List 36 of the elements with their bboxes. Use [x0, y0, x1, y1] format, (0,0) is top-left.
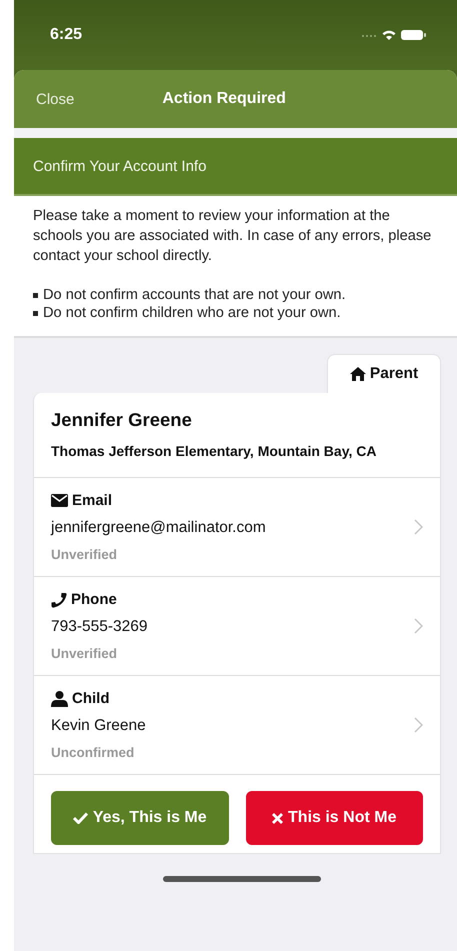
field-label: Email	[72, 492, 112, 509]
rule-text: Do not confirm accounts that are not your own.	[43, 286, 346, 304]
chevron-icon	[414, 618, 423, 634]
status-text: Unconfirmed	[51, 745, 136, 760]
clock-time: 6:25	[50, 26, 82, 44]
person-icon	[51, 690, 68, 706]
field-label: Child	[72, 690, 110, 707]
bullet-icon	[33, 292, 38, 298]
wifi-icon	[381, 29, 397, 41]
confirm-button[interactable]: Yes, This is Me	[51, 791, 228, 845]
phone-icon	[51, 592, 67, 608]
field-value: Kevin Greene	[51, 717, 146, 735]
header-title: Action Required	[162, 90, 286, 108]
field-label: Phone	[71, 591, 117, 608]
status-text: Unverified	[51, 547, 118, 562]
field-value: 793-555-3269	[51, 618, 148, 636]
status-text: Unverified	[51, 646, 118, 661]
battery-icon	[401, 29, 427, 41]
info-row[interactable]: Phone 793-555-3269 Unverified	[34, 577, 440, 676]
chevron-icon	[414, 717, 423, 733]
house-icon	[350, 367, 366, 381]
envelope-icon	[51, 494, 68, 507]
close-icon	[272, 812, 284, 824]
intro-text: Please take a moment to review your information at the schools you are associated with. In case of any errors, please contact your school directly.	[33, 207, 432, 266]
info-row[interactable]: Child Kevin Greene Unconfirmed	[34, 676, 440, 775]
person-name: Jennifer Greene	[51, 409, 193, 431]
info-row[interactable]: Email jennifergreene@mailinator.com Unverified	[34, 478, 440, 577]
banner-title: Confirm Your Account Info	[33, 158, 206, 174]
bullet-icon	[33, 310, 38, 316]
school-name: Thomas Jefferson Elementary, Mountain Bay, CA	[51, 442, 378, 461]
reject-button[interactable]: This is Not Me	[246, 791, 423, 845]
chevron-icon	[414, 519, 423, 535]
checkmark-icon	[72, 812, 88, 824]
rule-text: Do not confirm children who are not your own.	[43, 304, 341, 322]
field-value: jennifergreene@mailinator.com	[51, 519, 266, 537]
parent-tab[interactable]: Parent	[327, 354, 441, 393]
